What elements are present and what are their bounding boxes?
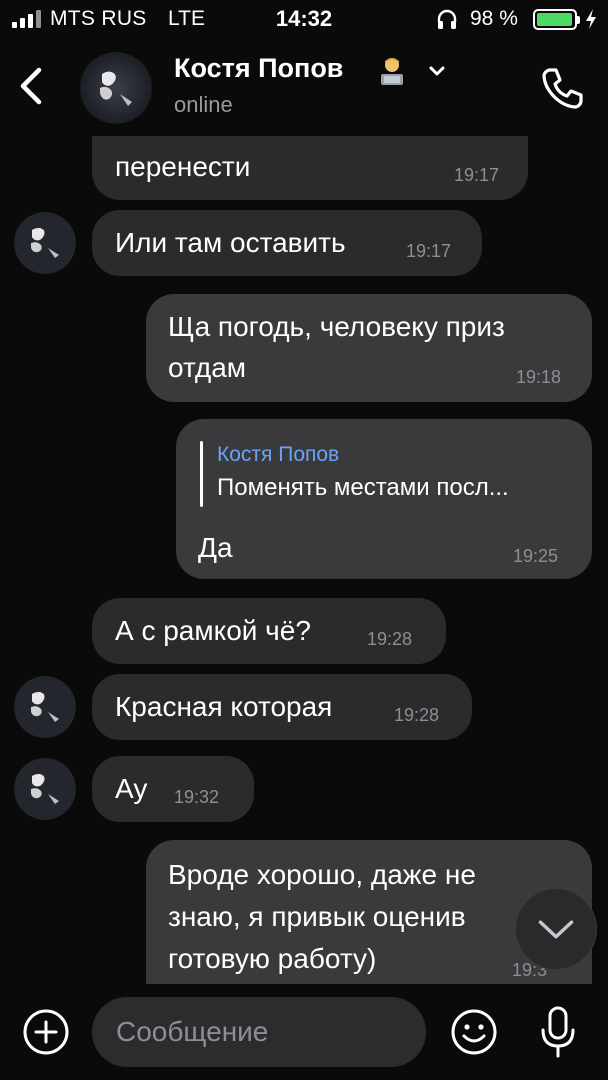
message-bubble-outgoing[interactable]: Ща погодь, человеку приз отдам 19:18 [146, 294, 592, 402]
contact-avatar[interactable] [14, 212, 76, 274]
message-input[interactable] [92, 997, 426, 1067]
message-time: 19:28 [394, 705, 440, 725]
message-text: Да [198, 532, 233, 563]
reply-preview[interactable]: Поменять местами посл... [217, 474, 509, 502]
contact-status: online [174, 92, 233, 117]
composer-bar [0, 984, 608, 1080]
contact-avatar[interactable] [14, 676, 76, 738]
message-text-line: готовую работу) [168, 943, 377, 974]
message-bubble-outgoing[interactable]: Костя Попов Поменять местами посл... Да … [176, 419, 592, 579]
reply-quote-bar [200, 441, 203, 507]
message-time: 19:18 [516, 367, 562, 387]
message-time: 19:17 [454, 165, 500, 185]
message-time: 19:25 [513, 546, 559, 566]
message-bubble-incoming[interactable]: Красная которая 19:28 [92, 674, 472, 740]
reply-author[interactable]: Костя Попов [217, 443, 339, 467]
chevron-down-icon [538, 920, 574, 939]
contact-avatar[interactable] [14, 758, 76, 820]
battery-icon [533, 9, 580, 30]
message-text: Ау [115, 773, 148, 804]
scroll-to-bottom-button[interactable] [515, 888, 597, 970]
plus-icon[interactable] [22, 1008, 70, 1056]
status-bar: MTS RUS LTE 14:32 98 % [0, 0, 608, 40]
person-technologist-emoji [381, 58, 403, 85]
message-bubble-incoming[interactable]: Или там оставить 19:17 [92, 210, 482, 276]
contact-name[interactable]: Костя Попов [174, 53, 343, 84]
headphones-icon [437, 9, 457, 29]
message-text: Красная которая [115, 691, 333, 722]
message-bubble-incoming[interactable]: А с рамкой чё? 19:28 [92, 598, 446, 664]
message-text-line: отдам [168, 352, 247, 383]
message-text: перенести [115, 151, 251, 182]
battery-percent: 98 % [470, 7, 518, 30]
emoji-icon[interactable] [450, 1008, 498, 1056]
chat-header: Костя Попов online [0, 40, 608, 136]
message-text-line: Ща погодь, человеку приз [168, 311, 505, 342]
message-time: 19:17 [406, 241, 452, 261]
message-time: 19:28 [367, 629, 413, 649]
charging-icon [586, 9, 596, 29]
message-list[interactable]: перенести 19:17 Или там оставить 19:17 Щ… [0, 136, 608, 984]
message-time: 19:32 [174, 787, 220, 807]
back-chevron-icon[interactable] [12, 60, 52, 112]
message-text: Или там оставить [115, 227, 346, 258]
contact-avatar[interactable] [80, 52, 152, 124]
message-text-line: знаю, я привык оценив [168, 901, 466, 932]
phone-icon[interactable] [536, 62, 588, 114]
message-bubble-incoming[interactable]: перенести 19:17 [92, 136, 528, 200]
message-text: А с рамкой чё? [115, 615, 311, 646]
message-text-line: Вроде хорошо, даже не [168, 859, 476, 890]
chevron-down-icon[interactable] [424, 60, 450, 82]
message-bubble-incoming[interactable]: Ау 19:32 [92, 756, 254, 822]
microphone-icon[interactable] [536, 1004, 580, 1060]
